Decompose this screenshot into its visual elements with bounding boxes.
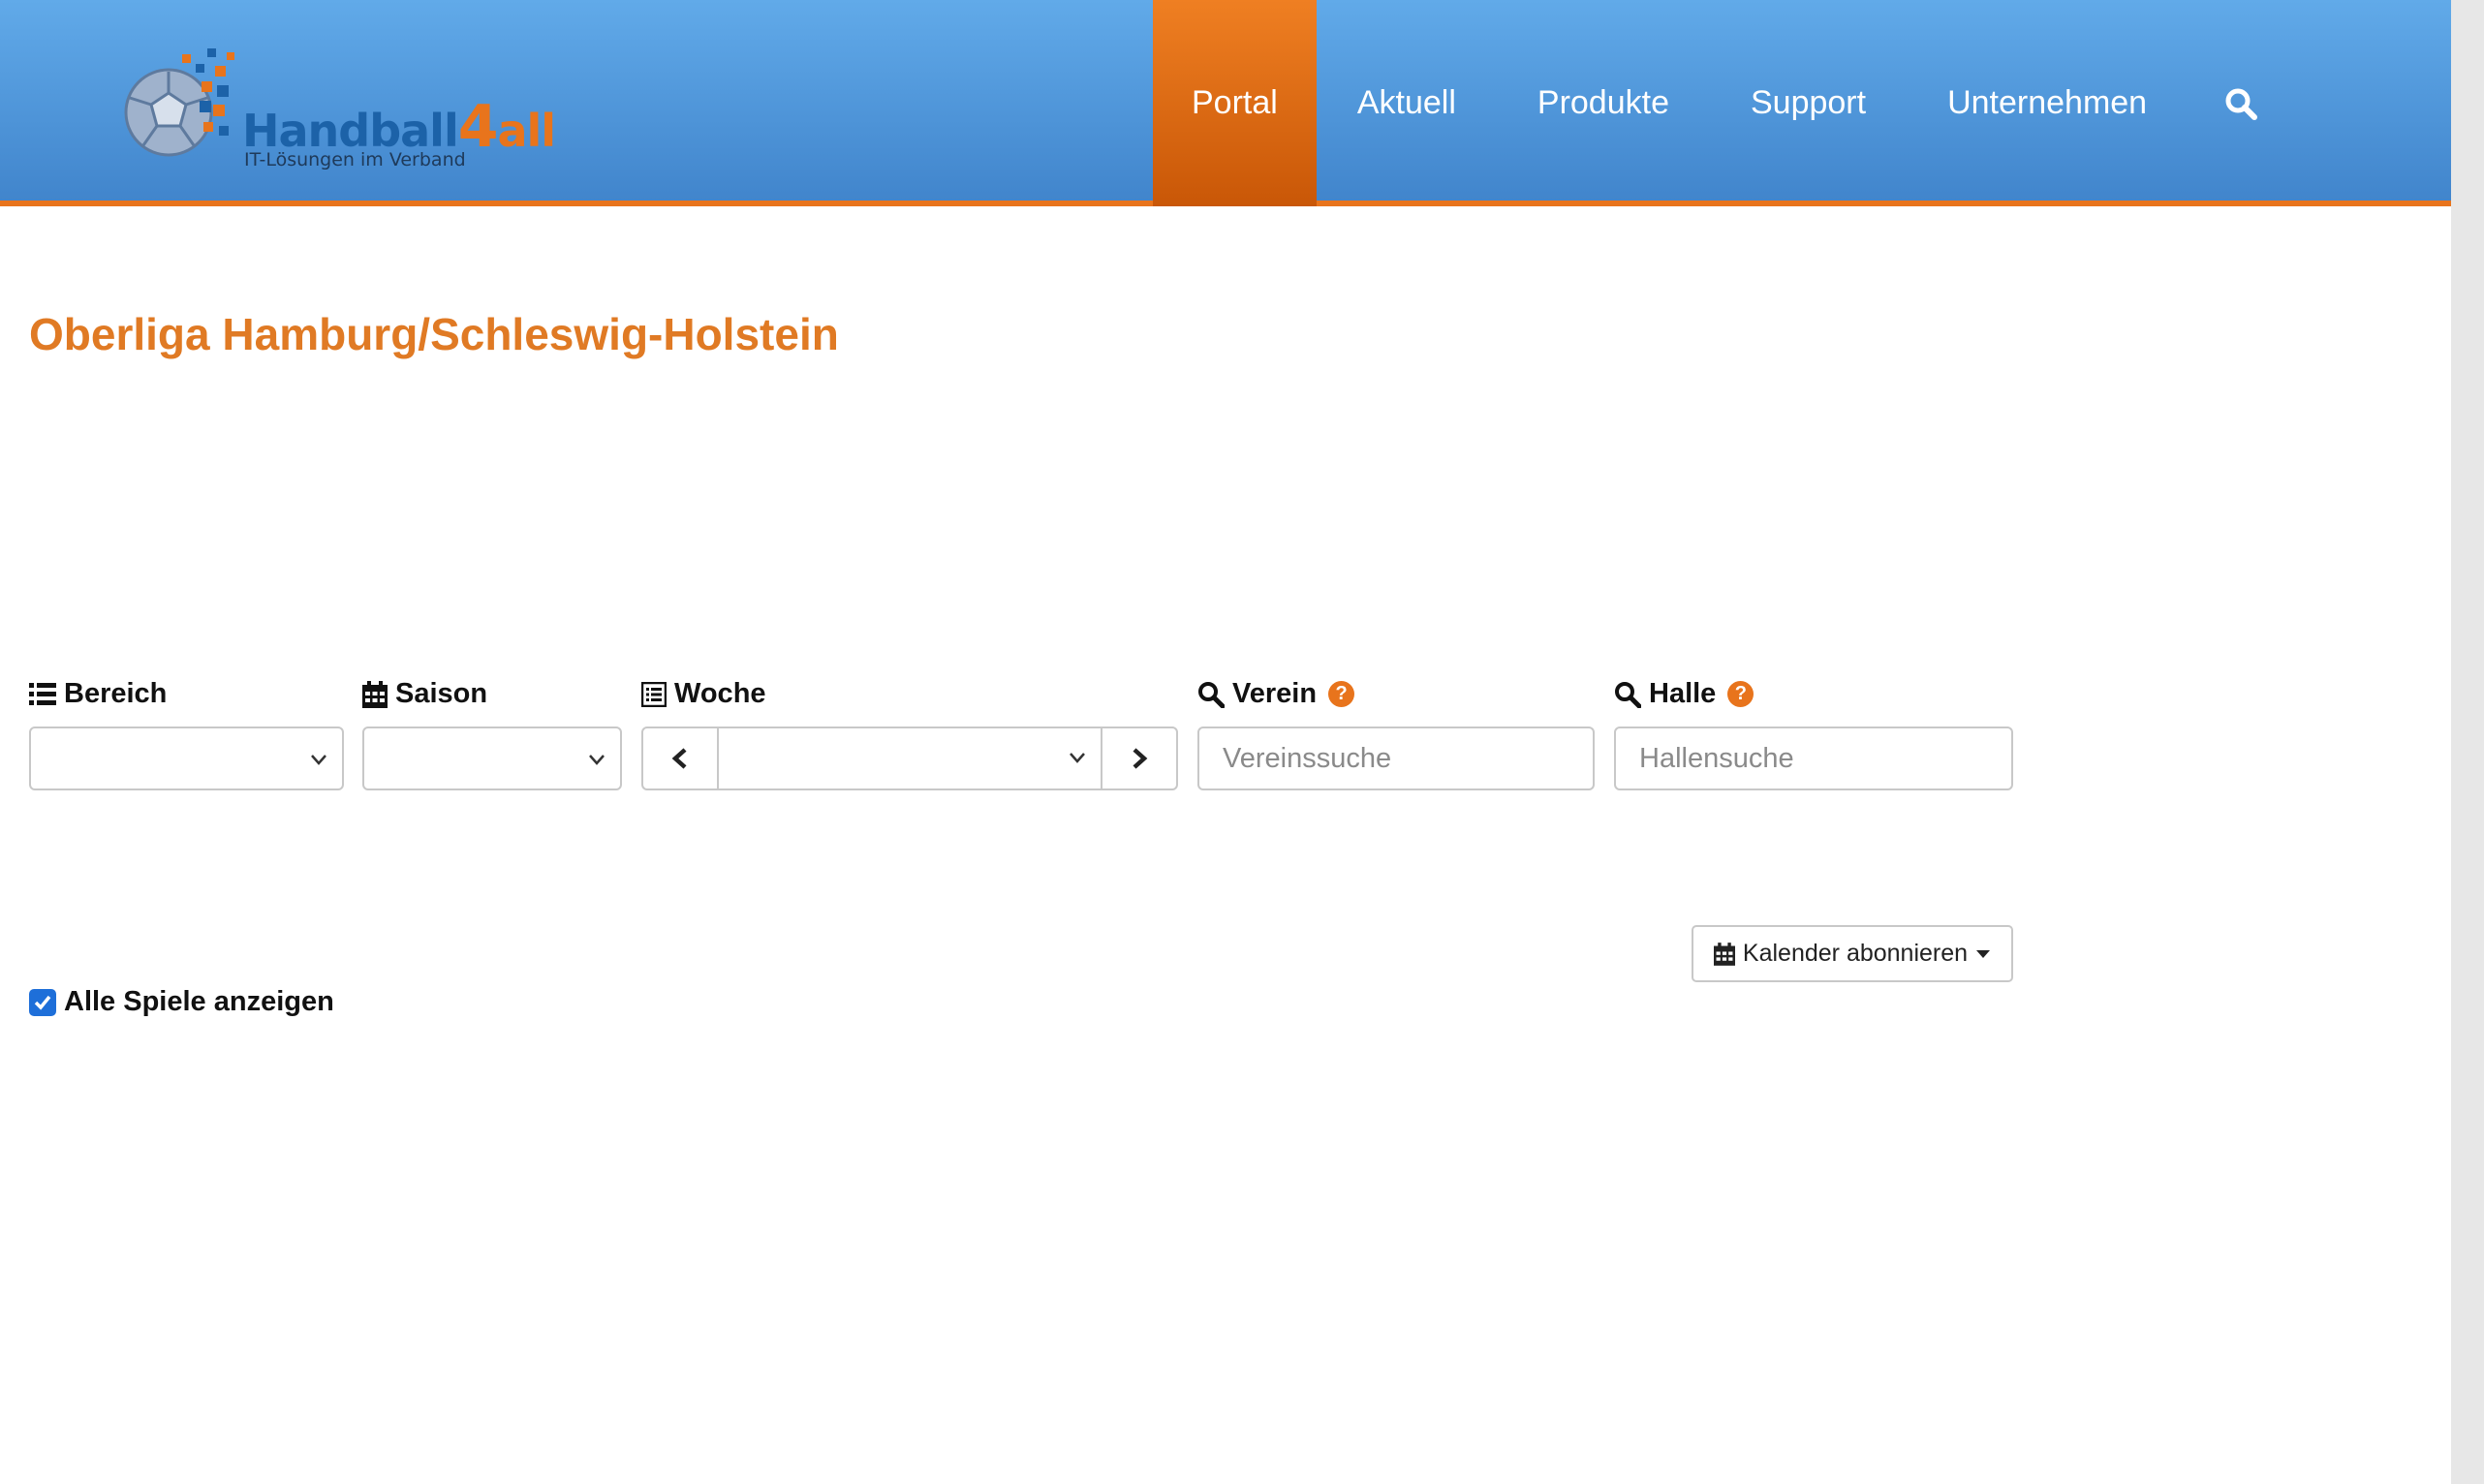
bereich-label: Bereich [29,678,167,710]
verein-search-input[interactable] [1197,727,1595,790]
chevron-left-icon [671,748,687,769]
caret-down-icon [1976,949,1991,958]
nav-item-produkte[interactable]: Produkte [1497,0,1710,206]
calendar-subscribe-button[interactable]: Kalender abonnieren [1692,925,2013,982]
bereich-select[interactable] [29,727,344,790]
search-icon [1615,681,1641,708]
nav-search-button[interactable] [2188,0,2294,206]
verein-label-text: Verein [1232,678,1318,709]
show-all-games-checkbox[interactable] [29,988,56,1016]
woche-label-text: Woche [674,678,766,709]
page: Handball4all IT-Lösungen im Verband Port… [0,0,2484,1484]
nav-item-unternehmen[interactable]: Unternehmen [1907,0,2188,206]
nav-item-aktuell[interactable]: Aktuell [1317,0,1497,206]
handball-logo-icon [124,48,234,157]
previous-week-button[interactable] [643,728,719,788]
nav-item-portal[interactable]: Portal [1153,0,1317,206]
calendar-icon [1713,942,1735,966]
logo-tagline: IT-Lösungen im Verband [244,149,466,170]
calendar-subscribe-label: Kalender abonnieren [1742,940,1969,967]
main-nav: Portal Aktuell Produkte Support Unterneh… [1153,0,2294,206]
search-icon [1198,681,1225,708]
show-all-games-label[interactable]: Alle Spiele anzeigen [64,986,334,1018]
next-week-button[interactable] [1101,728,1176,788]
verein-help-icon[interactable]: ? [1328,681,1355,707]
halle-label-text: Halle [1649,678,1717,709]
saison-select[interactable] [362,727,622,790]
chevron-right-icon [1133,748,1148,769]
calendar-icon [362,680,388,708]
woche-selector [641,727,1178,790]
halle-help-icon[interactable]: ? [1727,681,1754,707]
bereich-label-text: Bereich [64,678,168,709]
site-header: Handball4all IT-Lösungen im Verband Port… [0,0,2451,206]
woche-select[interactable] [719,728,1101,788]
show-all-games-row: Alle Spiele anzeigen [29,986,334,1018]
nav-item-support[interactable]: Support [1710,0,1907,206]
checkmark-icon [34,995,51,1010]
verein-label: Verein ? [1197,678,1355,710]
logo[interactable]: Handball4all IT-Lösungen im Verband [118,45,556,180]
halle-search-input[interactable] [1614,727,2013,790]
chevron-down-icon [311,755,326,765]
woche-label: Woche [641,678,766,710]
page-title: Oberliga Hamburg/Schleswig-Holstein [29,309,839,359]
search-icon [2225,88,2258,120]
week-list-icon [641,681,667,707]
saison-label-text: Saison [395,678,488,709]
saison-label: Saison [362,678,487,710]
page-scrollbar[interactable] [2451,0,2484,1484]
chevron-down-icon [1070,753,1085,763]
halle-label: Halle ? [1614,678,1754,710]
list-icon [29,682,56,705]
chevron-down-icon [589,755,605,765]
